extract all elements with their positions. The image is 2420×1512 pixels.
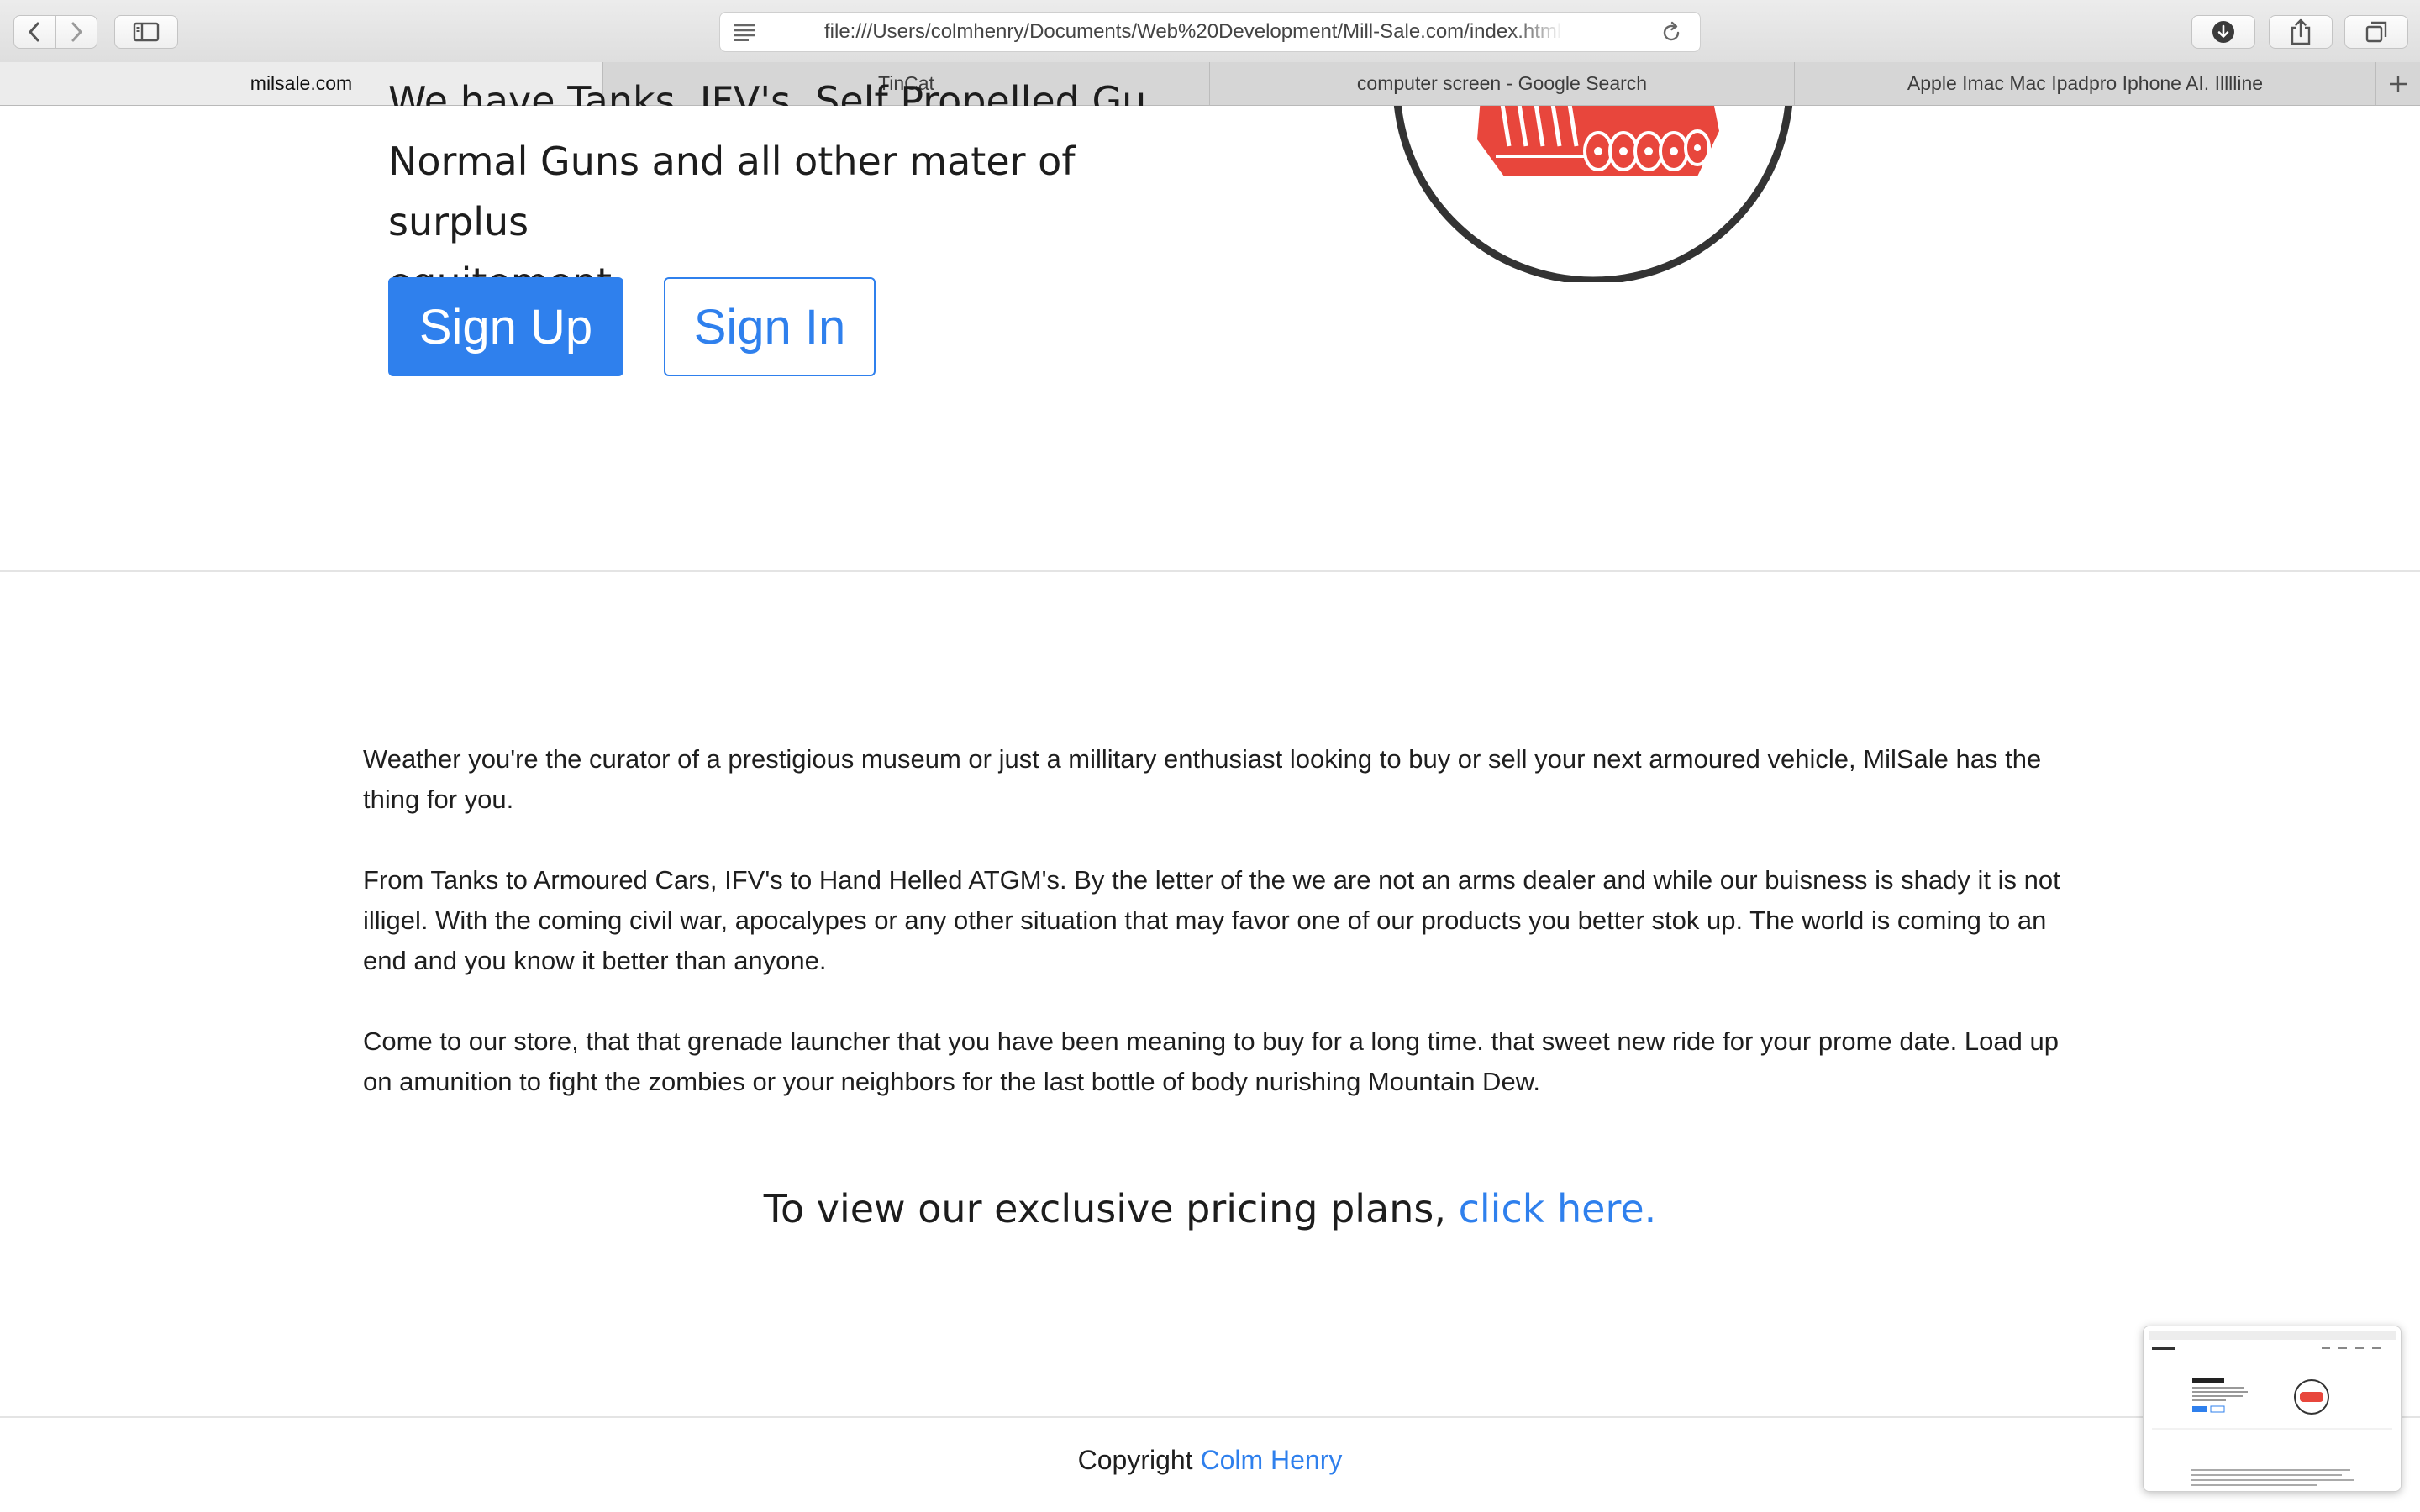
tab-bar: milsale.com TinCat computer screen - Goo… [0, 62, 2420, 106]
hero-clipped-line: We have Tanks, IFV's, Self Propelled Gun… [388, 78, 1144, 106]
forward-icon [71, 22, 82, 42]
footer-divider [0, 1416, 2420, 1418]
url-text: file:///Users/colmhenry/Documents/Web%20… [824, 20, 1562, 43]
sign-up-button[interactable]: Sign Up [388, 277, 623, 376]
thumbnail-preview [2144, 1326, 2401, 1491]
pricing-link[interactable]: click here. [1459, 1186, 1657, 1231]
pricing-callout: To view our exclusive pricing plans, cli… [0, 1186, 2420, 1231]
nav-buttons [13, 15, 97, 49]
sidebar-icon [133, 22, 160, 42]
sidebar-button[interactable] [114, 15, 178, 49]
about-text: Weather you're the curator of a prestigi… [363, 739, 2060, 1142]
tank-logo-graphic [1393, 106, 1793, 282]
tab-apple-imac[interactable]: Apple Imac Mac Ipadpro Iphone AI. Illlli… [1795, 62, 2376, 105]
author-link[interactable]: Colm Henry [1200, 1445, 1342, 1475]
tab-overview-button[interactable] [2344, 15, 2408, 49]
share-icon [2291, 18, 2311, 45]
forward-button[interactable] [55, 16, 97, 48]
back-button[interactable] [14, 16, 55, 48]
share-button[interactable] [2269, 15, 2333, 49]
address-bar[interactable]: file:///Users/colmhenry/Documents/Web%20… [719, 12, 1701, 52]
hero-line-2: Normal Guns and all other mater of surpl… [388, 139, 1076, 244]
tabs-icon [2365, 21, 2387, 43]
back-icon [29, 22, 39, 42]
browser-toolbar: file:///Users/colmhenry/Documents/Web%20… [0, 0, 2420, 63]
downloads-button[interactable] [2191, 15, 2255, 49]
screenshot-thumbnail[interactable] [2143, 1326, 2402, 1492]
sign-in-button[interactable]: Sign In [664, 277, 876, 376]
tank-logo [1378, 106, 1798, 282]
reader-icon[interactable] [732, 23, 757, 41]
pricing-text: To view our exclusive pricing plans, [763, 1186, 1459, 1231]
copyright-text: Copyright [1077, 1445, 1201, 1475]
footer: Copyright Colm Henry [0, 1445, 2420, 1476]
about-paragraph-2: From Tanks to Armoured Cars, IFV's to Ha… [363, 865, 2060, 975]
new-tab-button[interactable] [2376, 62, 2420, 105]
about-paragraph-1: Weather you're the curator of a prestigi… [363, 744, 2042, 814]
reload-icon[interactable] [1660, 21, 1683, 45]
about-paragraph-3: Come to our store, that that grenade lau… [363, 1026, 2059, 1096]
tab-google-search[interactable]: computer screen - Google Search [1210, 62, 1795, 105]
plus-icon [2390, 75, 2407, 92]
download-icon [2212, 21, 2234, 43]
section-divider [0, 570, 2420, 572]
